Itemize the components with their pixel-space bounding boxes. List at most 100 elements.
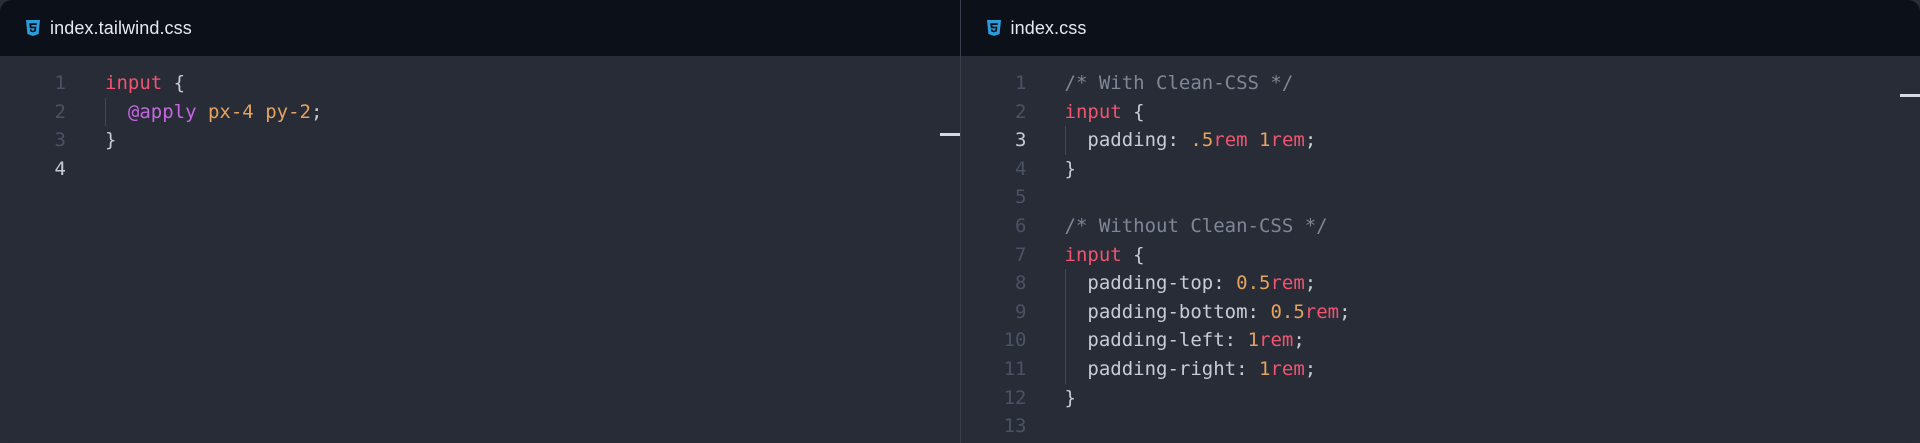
code-token: 5 xyxy=(1201,129,1214,152)
code-line[interactable]: 1 input { xyxy=(0,69,960,98)
line-number: 1 xyxy=(1015,72,1027,94)
code-line[interactable]: 4} xyxy=(961,155,1920,184)
code-token: rem xyxy=(1270,357,1305,380)
code-token: } xyxy=(105,129,117,152)
code-token: ; xyxy=(1304,129,1317,152)
code-token: padding-bottom xyxy=(1087,300,1248,323)
code-text: padding: .5rem 1rem; xyxy=(1065,126,1317,155)
code-token: : xyxy=(1236,357,1259,380)
line-number: 2 xyxy=(54,100,66,123)
code-text: /* With Clean-CSS */ xyxy=(1065,69,1294,98)
code-line[interactable]: 3 padding: .5rem 1rem; xyxy=(961,126,1920,155)
line-number: 6 xyxy=(1015,214,1027,237)
code-text: input { xyxy=(1065,241,1145,270)
code-line[interactable]: 12} xyxy=(961,384,1920,413)
code-text: padding-left: 1rem; xyxy=(1065,326,1305,355)
code-token: 1 xyxy=(1259,357,1271,380)
code-token: ; xyxy=(310,100,323,123)
code-line[interactable]: 2 @apply px-4 py-2; xyxy=(0,97,960,127)
code-token: 1 xyxy=(1247,329,1260,352)
left-scrollbar-marker[interactable] xyxy=(940,133,960,136)
code-line[interactable]: 8 padding-top: 0.5rem; xyxy=(961,269,1920,298)
line-number: 1 xyxy=(54,72,66,94)
code-line[interactable]: 1 /* With Clean-CSS */ xyxy=(961,69,1920,98)
code-line[interactable]: 2 input { xyxy=(961,98,1920,127)
line-number: 5 xyxy=(1015,186,1027,209)
tab-index-css[interactable]: index.css xyxy=(985,18,1087,39)
line-number: 2 xyxy=(1015,100,1027,123)
code-token: ; xyxy=(1293,329,1305,352)
code-token: input xyxy=(105,72,163,94)
code-token: : xyxy=(1224,329,1248,352)
code-token: input xyxy=(1064,243,1122,266)
line-number: 4 xyxy=(54,157,66,180)
code-text: padding-right: 1rem; xyxy=(1065,355,1317,384)
code-token: : xyxy=(1167,129,1191,152)
code-text: input { xyxy=(1065,98,1145,127)
right-scrollbar-marker[interactable] xyxy=(1899,94,1920,97)
line-number: 4 xyxy=(1015,157,1027,180)
code-token: rem xyxy=(1270,272,1305,295)
css3-icon xyxy=(985,19,1003,37)
code-text: } xyxy=(105,126,116,155)
code-token: rem xyxy=(1270,129,1305,152)
left-editor-pane: index.tailwind.css 1 input {2 @apply px-4… xyxy=(0,0,960,443)
code-token: @apply xyxy=(127,100,197,123)
code-token: rem xyxy=(1304,300,1340,323)
code-line[interactable]: 9 padding-bottom: 0.5rem; xyxy=(961,297,1920,327)
code-text: padding-top: 0.5rem; xyxy=(1065,269,1317,298)
code-line[interactable]: 11 padding-right: 1rem; xyxy=(961,354,1920,384)
line-number: 3 xyxy=(54,129,66,152)
code-token: padding xyxy=(1087,129,1168,152)
code-line[interactable]: 6 /* Without Clean-CSS */ xyxy=(961,212,1920,241)
code-token: { xyxy=(1121,100,1145,123)
code-text: } xyxy=(1065,384,1076,413)
code-line[interactable]: 13 xyxy=(961,412,1920,441)
code-token: padding-top xyxy=(1087,272,1214,295)
code-line[interactable]: 5 xyxy=(961,183,1920,212)
code-text: /* Without Clean-CSS */ xyxy=(1065,212,1328,241)
line-number: 9 xyxy=(1015,300,1027,323)
tab-label: index.tailwind.css xyxy=(50,17,192,38)
right-tab-bar: index.css xyxy=(960,0,1920,56)
line-number: 13 xyxy=(1003,415,1027,438)
line-number: 12 xyxy=(1003,386,1027,409)
line-number: 10 xyxy=(1003,329,1027,352)
code-comparison-window: index.tailwind.css 1 input {2 @apply px-4… xyxy=(0,0,1920,443)
line-number: 11 xyxy=(1003,357,1027,380)
left-tab-bar: index.tailwind.css xyxy=(0,0,960,56)
code-token: padding-left xyxy=(1087,329,1225,352)
code-line[interactable]: 4 xyxy=(0,155,960,184)
tab-label: index.css xyxy=(1010,17,1087,38)
code-token: ; xyxy=(1304,272,1317,295)
code-line[interactable]: 10 padding-left: 1rem; xyxy=(961,326,1920,355)
code-token: /* With Clean-CSS */ xyxy=(1064,72,1294,94)
code-line[interactable]: 7 input { xyxy=(961,241,1920,270)
line-number: 7 xyxy=(1015,243,1027,266)
code-text: } xyxy=(1065,155,1076,184)
code-token: 0.5 xyxy=(1270,300,1305,323)
right-code-editor[interactable]: 1/* With Clean-CSS */2 input {3 padding: … xyxy=(961,56,1920,441)
code-token: rem xyxy=(1259,329,1294,352)
code-token: } xyxy=(1064,386,1076,409)
code-text: padding-bottom: 0.5rem; xyxy=(1065,298,1350,327)
right-editor-pane: index.css 1/* With Clean-CSS */2 input {3… xyxy=(959,0,1920,443)
code-line[interactable]: 3} xyxy=(0,126,960,155)
code-token: 1 xyxy=(1259,129,1271,152)
code-token: ; xyxy=(1304,357,1317,380)
code-token: : xyxy=(1247,300,1271,323)
css3-icon xyxy=(24,19,42,37)
line-number: 3 xyxy=(1015,129,1027,152)
code-token: . xyxy=(1190,129,1202,152)
left-code-editor[interactable]: 1 input {2 @apply px-4 py-2; 3} 4 xyxy=(0,56,960,183)
tab-index-tailwind-css[interactable]: index.tailwind.css xyxy=(24,18,192,39)
code-token: : xyxy=(1213,272,1237,295)
